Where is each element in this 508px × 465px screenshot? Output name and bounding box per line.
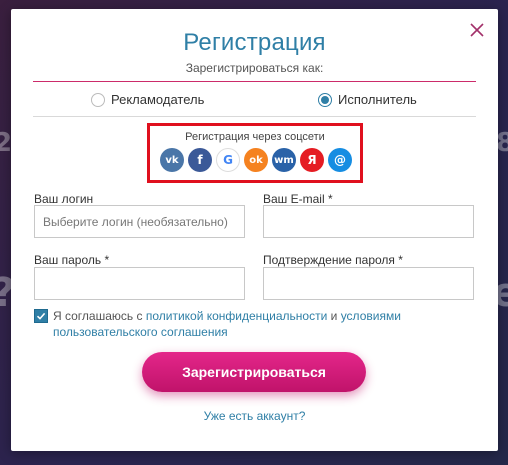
- password-label: Ваш пароль *: [34, 253, 110, 267]
- password-input[interactable]: [34, 267, 245, 300]
- agreement-middle: и: [327, 309, 341, 323]
- role-advertiser-label: Рекламодатель: [111, 92, 205, 107]
- dialog-title: Регистрация: [183, 29, 326, 56]
- register-as-label: Зарегистрироваться как:: [185, 61, 324, 75]
- role-performer-option[interactable]: Исполнитель: [318, 92, 417, 107]
- role-selector: Рекламодатель Исполнитель: [33, 81, 476, 117]
- social-icons-row: vk f Gok wm Я @: [160, 148, 352, 172]
- agree-checkbox[interactable]: [34, 309, 48, 323]
- radio-advertiser[interactable]: [91, 92, 105, 107]
- google-icon[interactable]: G: [216, 148, 240, 172]
- social-login-label: Регистрация через соцсети: [185, 131, 325, 143]
- agreement-prefix: Я соглашаюсь с: [53, 309, 146, 323]
- radio-performer[interactable]: [318, 92, 332, 107]
- existing-account-link[interactable]: Уже есть аккаунт?: [11, 409, 498, 423]
- yandex-icon[interactable]: Я: [300, 148, 324, 172]
- register-button[interactable]: Зарегистрироваться: [142, 352, 366, 392]
- email-input[interactable]: [263, 205, 474, 238]
- facebook-icon[interactable]: f: [188, 148, 212, 172]
- role-advertiser-option[interactable]: Рекламодатель: [91, 92, 204, 107]
- confirm-password-label: Подтверждение пароля *: [263, 253, 403, 267]
- webmoney-icon[interactable]: wm: [272, 148, 296, 172]
- login-label: Ваш логин: [34, 192, 94, 206]
- mailru-icon[interactable]: @: [328, 148, 352, 172]
- agreement-text: Я соглашаюсь с политикой конфиденциально…: [53, 308, 473, 340]
- vk-icon[interactable]: vk: [160, 148, 184, 172]
- confirm-password-input[interactable]: [263, 267, 474, 300]
- registration-dialog: Регистрация Зарегистрироваться как: Рекл…: [11, 9, 498, 451]
- privacy-policy-link[interactable]: политикой конфиденциальности: [146, 309, 327, 323]
- email-label: Ваш E-mail *: [263, 192, 333, 206]
- role-performer-label: Исполнитель: [338, 92, 417, 107]
- social-login-section: Регистрация через соцсети vk f Gok wm Я @: [147, 123, 363, 183]
- odnoklassniki-icon[interactable]: ok: [244, 148, 268, 172]
- login-input[interactable]: [34, 205, 245, 238]
- check-icon: [36, 312, 46, 320]
